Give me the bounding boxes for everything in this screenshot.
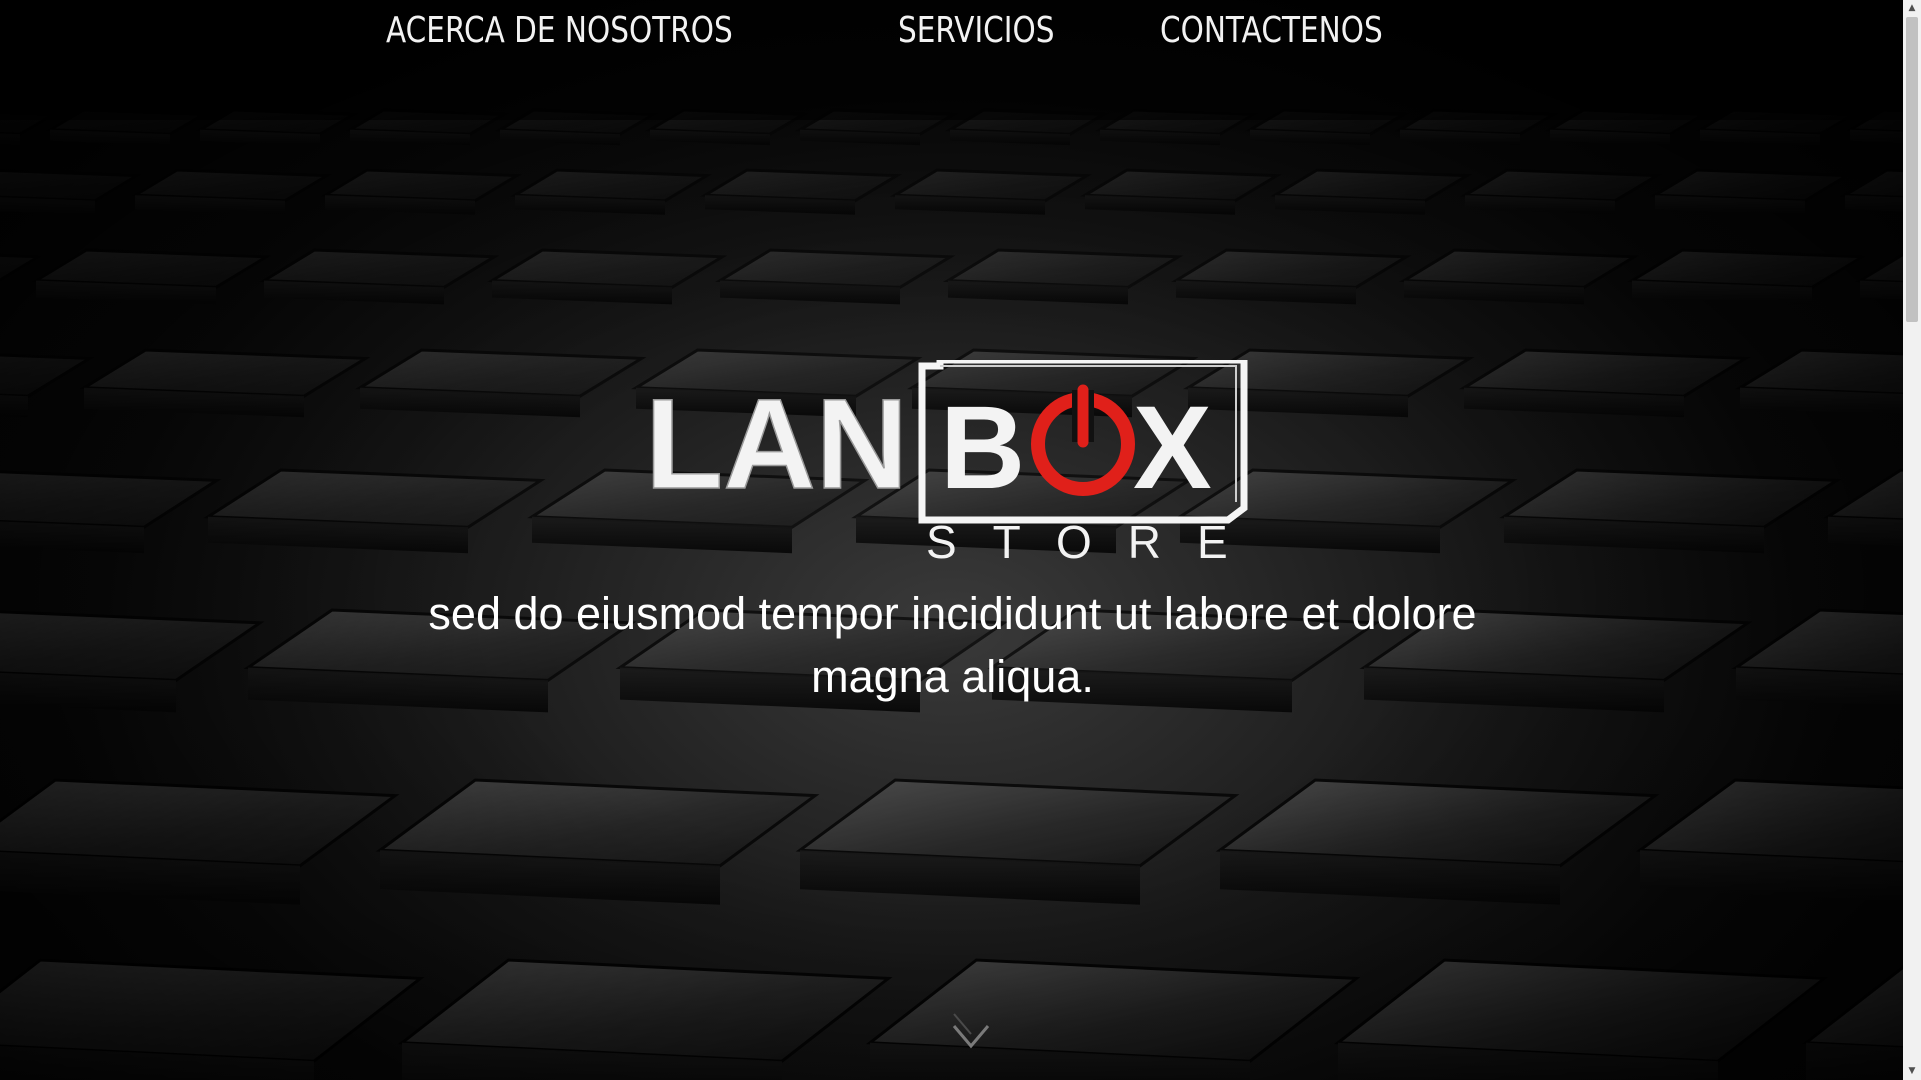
chevron-down-icon[interactable] [952, 1012, 990, 1052]
logo-word-lan: LAN [645, 373, 908, 516]
logo-letter-x: X [1133, 382, 1212, 514]
landing-page: ACERCA DE NOSOTROS SERVICIOS CONTACTENOS… [0, 0, 1921, 1080]
logo-letter-b: B [940, 382, 1025, 514]
nav-link-contact[interactable]: CONTACTENOS [1160, 10, 1383, 51]
page-scrollbar[interactable]: ▲ ▼ [1903, 0, 1921, 1080]
hero-tagline: sed do eiusmod tempor incididunt ut labo… [428, 588, 1477, 702]
power-icon [1031, 384, 1135, 496]
nav-link-services[interactable]: SERVICIOS [898, 10, 1054, 51]
nav-link-about-us[interactable]: ACERCA DE NOSOTROS [386, 10, 733, 51]
scroll-down-arrow-icon[interactable]: ▼ [1903, 1063, 1921, 1080]
scroll-up-arrow-icon[interactable]: ▲ [1903, 0, 1921, 17]
logo-subtitle-store: STORE [926, 516, 1260, 568]
top-navigation: ACERCA DE NOSOTROS SERVICIOS CONTACTENOS [0, 0, 1903, 72]
scrollbar-thumb[interactable] [1906, 17, 1918, 322]
lanbox-store-logo: LAN B X STORE [640, 356, 1260, 570]
